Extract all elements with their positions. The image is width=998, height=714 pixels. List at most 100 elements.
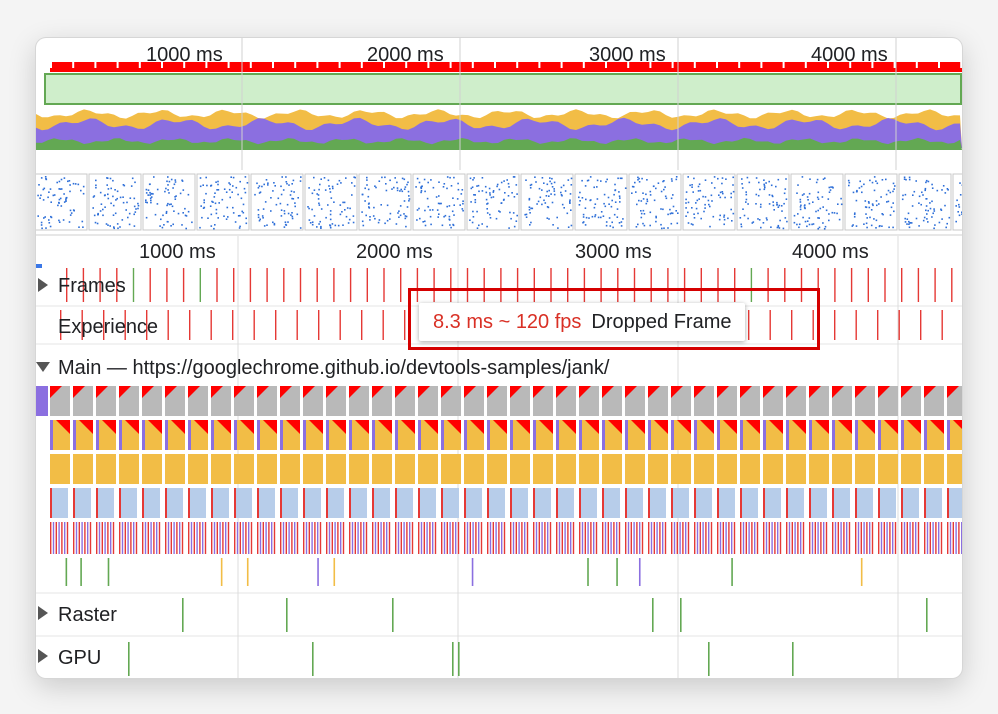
screenshot-dot <box>424 209 426 212</box>
function-call-block <box>211 454 231 484</box>
screenshot-dot <box>210 213 213 216</box>
subcall-sliver <box>570 522 572 554</box>
screenshot-dot <box>894 185 896 187</box>
function-call-block <box>832 454 852 484</box>
subcall-sliver <box>135 522 138 554</box>
screenshot-dot <box>50 201 52 203</box>
function-call-edge <box>73 420 76 450</box>
screenshot-dot <box>516 214 518 217</box>
subcall-sliver <box>110 522 112 554</box>
screenshot-dot <box>740 225 743 228</box>
screenshot-dot <box>513 225 516 228</box>
screenshot-dot <box>867 201 870 203</box>
screenshot-dot <box>107 188 110 190</box>
screenshot-dot <box>320 227 322 229</box>
screenshot-dot <box>619 201 621 203</box>
screenshot-dot <box>361 193 364 196</box>
screenshot-dot <box>489 217 492 219</box>
triangle-right-icon[interactable] <box>38 606 48 620</box>
screenshot-dot <box>602 215 605 217</box>
subcall-sliver <box>538 522 540 554</box>
layout-block <box>763 488 781 518</box>
screenshot-dot <box>957 211 959 213</box>
screenshot-dot <box>712 215 715 218</box>
triangle-down-icon[interactable] <box>36 362 50 372</box>
screenshot-dot <box>165 210 168 213</box>
screenshot-dot <box>902 194 904 197</box>
screenshot-dot <box>772 201 774 203</box>
screenshot-dot <box>944 192 947 194</box>
screenshot-dot <box>801 176 804 178</box>
screenshot-dot <box>289 194 292 196</box>
triangle-right-icon[interactable] <box>38 649 48 663</box>
screenshot-dot <box>230 176 232 178</box>
screenshot-dot <box>37 215 39 217</box>
track-main[interactable]: Main — https://googlechrome.github.io/de… <box>36 357 610 379</box>
screenshot-dot <box>925 205 928 207</box>
overview-tick-label: 1000 ms <box>146 44 223 66</box>
screenshot-dot <box>550 182 553 185</box>
screenshot-dot <box>506 179 508 181</box>
subcall-sliver <box>423 522 425 554</box>
screenshot-dot <box>579 200 581 202</box>
screenshot-dot <box>58 180 61 183</box>
function-call-block <box>602 454 622 484</box>
subcall-sliver <box>834 522 837 554</box>
screenshot-dot <box>812 201 814 203</box>
screenshot-dot <box>765 217 768 219</box>
subcall-sliver <box>825 522 828 554</box>
screenshot-dot <box>205 192 207 195</box>
subcall-sliver <box>409 522 411 554</box>
screenshot-dot <box>279 202 282 205</box>
screenshot-dot <box>82 226 84 228</box>
track-experience[interactable]: Experience <box>58 316 158 338</box>
subcall-sliver <box>676 522 678 554</box>
screenshot-dot <box>127 216 129 219</box>
screenshot-dot <box>699 189 702 192</box>
screenshot-dot <box>855 199 858 202</box>
screenshot-dot <box>589 176 592 178</box>
track-frames[interactable]: Frames <box>38 275 126 297</box>
screenshot-dot <box>125 209 127 211</box>
screenshot-dot <box>578 196 580 199</box>
subcall-sliver <box>786 522 788 554</box>
screenshot-dot <box>291 217 294 220</box>
layout-block <box>901 488 919 518</box>
screenshot-dot <box>481 177 484 179</box>
track-raster[interactable]: Raster <box>38 604 117 626</box>
experience-marker <box>382 310 384 340</box>
subcall-sliver <box>469 522 471 554</box>
screenshot-dot <box>415 186 417 188</box>
subcall-sliver <box>696 522 699 554</box>
raster-event <box>680 598 682 632</box>
screenshot-dot <box>755 193 758 196</box>
screenshot-dot <box>530 183 533 186</box>
screenshot-dot <box>881 179 884 181</box>
screenshot-dot <box>167 176 169 178</box>
screenshot-dot <box>119 196 122 199</box>
screenshot-dot <box>796 192 798 194</box>
raster-event <box>652 598 654 632</box>
overview-tick-label: 3000 ms <box>589 44 666 66</box>
screenshot-dot <box>92 207 94 209</box>
subcall-sliver <box>245 522 247 554</box>
screenshot-dot <box>759 206 762 208</box>
screenshot-dot <box>551 186 554 188</box>
subcall-sliver <box>466 522 469 554</box>
screenshot-dot <box>784 217 787 219</box>
screenshot-dot <box>258 219 261 222</box>
subcall-sliver <box>377 522 379 554</box>
screenshot-dot <box>266 224 268 226</box>
subcall-sliver <box>549 522 552 554</box>
subcall-sliver <box>73 522 75 554</box>
subcall-sliver <box>802 522 805 554</box>
layout-block <box>510 488 528 518</box>
function-call-edge <box>855 420 858 450</box>
track-gpu[interactable]: GPU <box>38 647 101 669</box>
screenshot-dot <box>187 193 190 196</box>
screenshot-dot <box>941 218 943 220</box>
timeline-overview[interactable] <box>36 62 962 231</box>
deep-call-sliver <box>731 558 733 586</box>
screenshot-dot <box>407 190 410 193</box>
triangle-right-icon[interactable] <box>38 278 48 292</box>
